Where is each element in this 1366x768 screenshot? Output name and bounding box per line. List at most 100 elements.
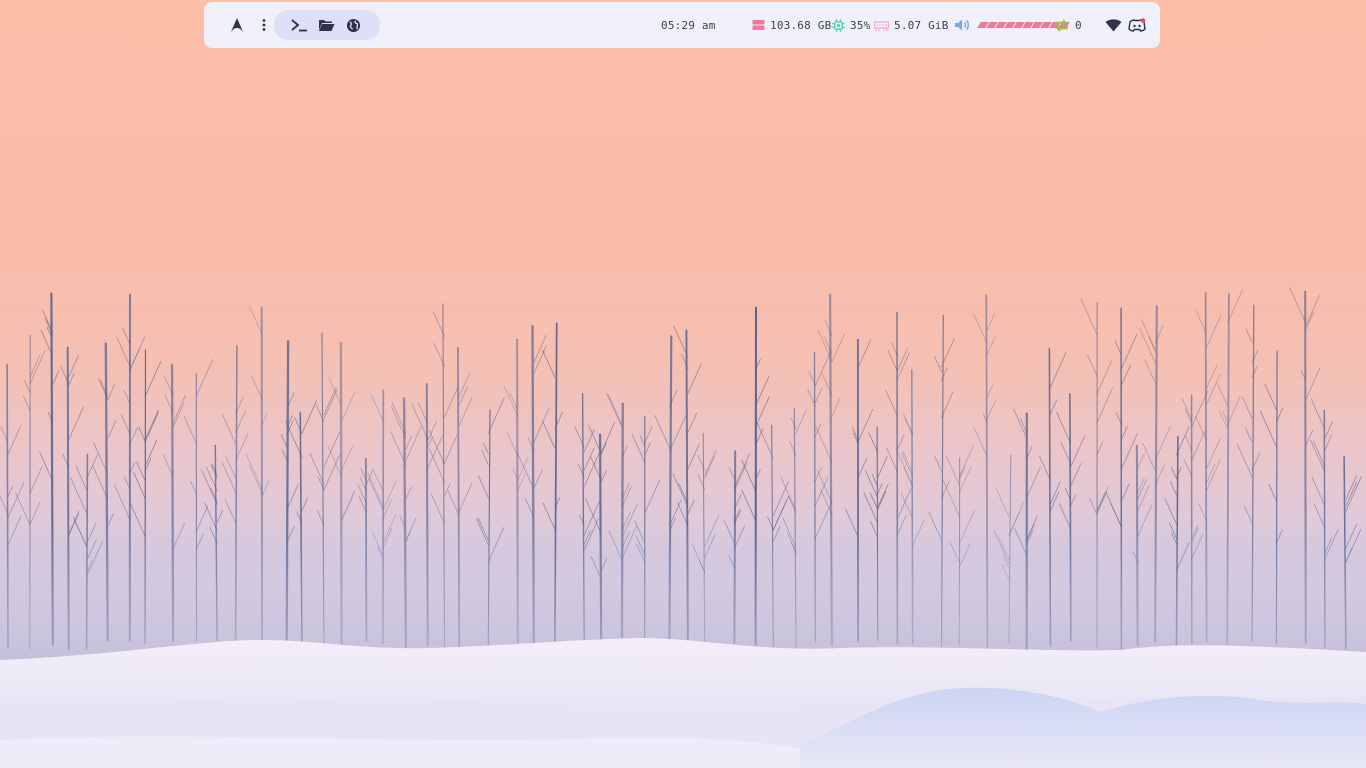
tree-branch [1181,398,1193,421]
tree-branch [444,386,459,418]
tree-branch [1217,383,1228,406]
tree-branch [704,455,715,479]
tree-branch [1242,396,1253,419]
tree-branch [868,432,879,454]
tree-branch [741,459,756,492]
tree-branch [1236,443,1253,478]
tree-branch [201,469,218,505]
tree-branch [1050,399,1058,415]
volume-icon[interactable] [954,2,972,48]
tree-branch [1096,387,1113,424]
tree-branch [795,409,807,434]
tree-branch [222,462,236,493]
tree-branch [1121,433,1138,470]
discord-icon[interactable] [1128,2,1146,48]
tree-branch [897,435,904,450]
tree-branch [1206,463,1216,483]
tree-branch [704,449,717,476]
tree-branch [1013,408,1028,439]
wallpaper [0,287,1366,768]
tree-branch [224,499,236,524]
tree-branch [1080,298,1098,335]
tree-branch [1154,426,1171,461]
tree-branch [756,422,774,460]
tree-branch [608,394,623,426]
tree-branch [368,479,384,511]
tree-branch [831,333,845,363]
tree-branch [933,355,942,373]
tree-branch [504,386,519,417]
tree-branch [1219,410,1228,429]
tree-branch [323,431,341,468]
kebab-menu-icon[interactable] [260,2,268,48]
tree-branch [428,448,445,484]
tree-branch [245,453,263,490]
arch-logo-icon[interactable] [229,2,245,48]
tree-branch [1260,410,1277,448]
tree-branch [987,384,994,398]
tree-branch [995,488,1010,518]
folder-icon[interactable] [318,2,335,48]
tree-branch [687,412,698,433]
tree-branch [958,465,972,493]
tree-branch [687,499,695,515]
tree-branch [1144,359,1156,384]
wifi-icon[interactable] [1105,2,1122,48]
terminal-icon[interactable] [290,2,308,48]
tree-branch [144,439,158,467]
tree-branch [357,484,367,504]
tree-branch [120,414,131,435]
tree-branch [902,451,914,474]
tree-branch [15,492,31,525]
tree-branch [1305,429,1314,447]
tree-branch [1039,456,1051,481]
tree-branch [600,421,616,453]
tree-branch [477,475,489,499]
tree-branch [7,424,22,455]
tree-branch [430,493,445,524]
tree-branch [741,489,756,521]
tree-branch [1137,453,1145,469]
tree-branch [138,426,146,442]
tree-branch [211,463,218,476]
tree-branch [251,375,263,400]
tree-branch [897,352,910,380]
tree-branch [1070,435,1085,468]
tree-branch [877,483,883,494]
tree-branch [583,447,595,471]
disk-icon [752,2,765,48]
tree-branch [1148,336,1156,352]
clock[interactable]: 05:29 am [661,2,716,48]
tree-branch [900,492,914,519]
tree-branch [261,479,270,497]
tree-branch [323,387,337,416]
tree-branch [1121,483,1130,502]
tree-branch [877,490,887,510]
cpu-icon [832,2,845,48]
tree-branch [52,370,60,385]
tree-branch [1183,458,1193,478]
tree-branch [1184,408,1193,425]
tree-branch [24,379,31,393]
tree-branch [644,442,651,456]
tree-branch [814,387,823,404]
tree-branch [86,453,98,480]
tree-branch [7,485,14,497]
tree-branch [281,449,288,461]
tree-branch [68,355,79,378]
tree-branch [631,434,646,463]
tree-branch [639,435,646,447]
tree-branch [70,476,87,514]
tree-branch [341,492,355,522]
tree-branch [75,465,87,490]
tree-branch [1096,360,1112,394]
tree-branch [249,464,263,494]
tree-branch [897,488,912,520]
tree-branch [583,429,595,453]
tree-branch [1070,494,1077,506]
tree-branch [1305,367,1321,400]
globe-icon[interactable] [346,2,361,48]
tree-branch [1310,398,1326,430]
tree-branch [444,435,458,464]
tree-branch [1096,492,1106,511]
